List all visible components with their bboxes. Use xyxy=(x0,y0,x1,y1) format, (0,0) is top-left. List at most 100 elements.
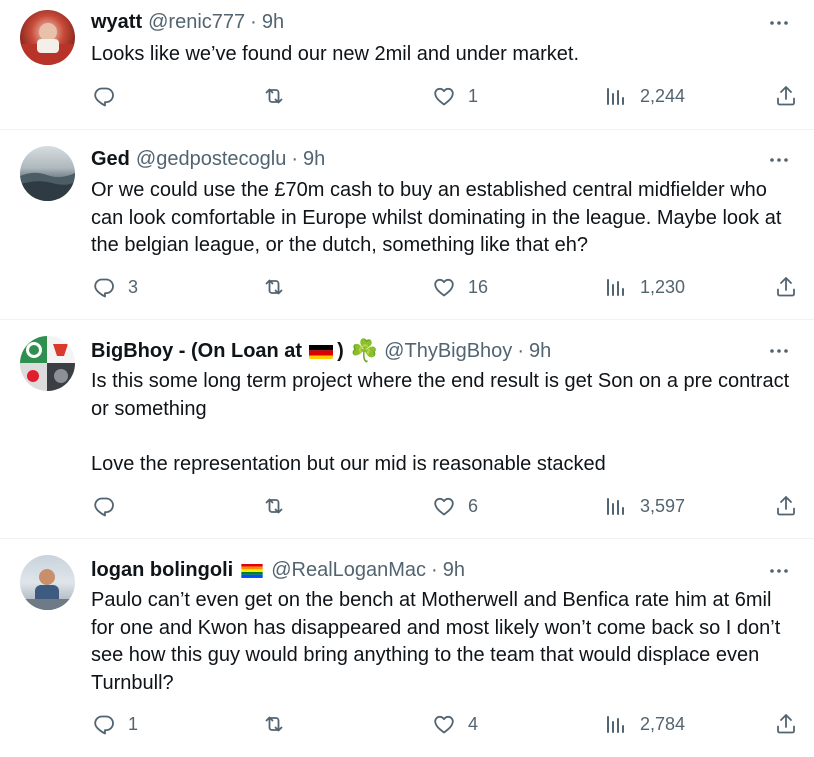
tweet-text: Or we could use the £70m cash to buy an … xyxy=(91,179,782,256)
display-name-suffix[interactable]: ) xyxy=(337,339,344,363)
more-icon xyxy=(767,11,791,35)
timestamp[interactable]: 9h xyxy=(529,339,551,363)
like-button[interactable]: 6 xyxy=(432,494,478,518)
more-icon xyxy=(767,339,791,363)
like-button[interactable]: 4 xyxy=(432,712,478,736)
tweet-text: Looks like we’ve found our new 2mil and … xyxy=(91,43,580,65)
tweet-actions: 6 3,597 xyxy=(0,494,814,524)
reply-button[interactable] xyxy=(92,494,128,518)
like-count: 1 xyxy=(468,85,479,106)
like-count: 6 xyxy=(468,495,479,516)
avatar[interactable] xyxy=(20,336,75,391)
pride-flag xyxy=(240,562,264,578)
share-button[interactable] xyxy=(774,712,798,736)
separator-dot: · xyxy=(431,559,438,581)
tweet[interactable]: Ged @gedpostecoglu · 9h Or we could use … xyxy=(0,130,814,320)
reply-count: 3 xyxy=(128,276,139,297)
like-count: 16 xyxy=(468,276,489,297)
separator-dot: · xyxy=(517,340,524,362)
views-count: 1,230 xyxy=(640,276,686,297)
tweet-text: Paulo can’t even get on the bench at Mot… xyxy=(91,589,781,694)
like-button[interactable]: 16 xyxy=(432,275,488,299)
separator-dot: · xyxy=(291,148,298,170)
tweet-header: logan bolingoli @RealLoganMac · 9h xyxy=(91,558,465,582)
more-icon xyxy=(767,559,791,583)
user-handle[interactable]: @renic777 xyxy=(148,10,245,34)
avatar-image xyxy=(20,172,75,201)
repost-icon xyxy=(262,84,286,108)
reply-icon xyxy=(92,84,116,108)
views-icon xyxy=(604,275,628,299)
like-icon xyxy=(432,712,456,736)
timestamp[interactable]: 9h xyxy=(443,558,465,582)
display-name[interactable]: Ged xyxy=(91,147,130,171)
user-handle[interactable]: @gedpostecoglu xyxy=(136,147,286,171)
tweet[interactable]: BigBhoy - (On Loan at ) ☘️ @ThyBigBhoy ·… xyxy=(0,320,814,539)
user-handle[interactable]: @ThyBigBhoy xyxy=(384,339,512,363)
views-icon xyxy=(604,84,628,108)
reply-icon xyxy=(92,275,116,299)
more-options-button[interactable] xyxy=(764,339,794,363)
reply-button[interactable]: 1 xyxy=(92,712,138,736)
reply-icon xyxy=(92,712,116,736)
separator-dot: · xyxy=(250,11,257,33)
share-icon xyxy=(774,84,798,108)
share-button[interactable] xyxy=(774,275,798,299)
avatar-image xyxy=(20,569,75,610)
avatar[interactable] xyxy=(20,146,75,201)
views-icon xyxy=(604,494,628,518)
like-button[interactable]: 1 xyxy=(432,84,478,108)
more-options-button[interactable] xyxy=(764,559,794,583)
views-count: 2,784 xyxy=(640,713,686,734)
repost-icon xyxy=(262,275,286,299)
views-button[interactable]: 3,597 xyxy=(604,494,685,518)
share-icon xyxy=(774,712,798,736)
views-button[interactable]: 2,244 xyxy=(604,84,685,108)
tweet[interactable]: logan bolingoli @RealLoganMac · 9h Paulo… xyxy=(0,539,814,757)
avatar-image xyxy=(20,336,75,391)
tweet-header: BigBhoy - (On Loan at ) ☘️ @ThyBigBhoy ·… xyxy=(91,339,551,363)
shamrock-icon: ☘️ xyxy=(350,338,379,363)
views-button[interactable]: 1,230 xyxy=(604,275,685,299)
repost-icon xyxy=(262,494,286,518)
views-count: 2,244 xyxy=(640,85,686,106)
reply-button[interactable] xyxy=(92,84,128,108)
repost-button[interactable] xyxy=(262,275,298,299)
display-name[interactable]: wyatt xyxy=(91,10,142,34)
timestamp[interactable]: 9h xyxy=(303,147,325,171)
display-name[interactable]: logan bolingoli xyxy=(91,558,233,582)
views-count: 3,597 xyxy=(640,495,686,516)
views-button[interactable]: 2,784 xyxy=(604,712,685,736)
user-handle[interactable]: @RealLoganMac xyxy=(271,558,426,582)
avatar[interactable] xyxy=(20,555,75,610)
avatar-image xyxy=(20,23,75,65)
more-icon xyxy=(767,148,791,172)
more-options-button[interactable] xyxy=(764,11,794,35)
share-icon xyxy=(774,275,798,299)
germany-flag xyxy=(309,343,334,359)
share-button[interactable] xyxy=(774,494,798,518)
tweet-actions: 1 4 2,784 xyxy=(0,712,814,742)
timestamp[interactable]: 9h xyxy=(262,10,284,34)
tweet-header: Ged @gedpostecoglu · 9h xyxy=(91,147,325,171)
tweet-actions: 1 2,244 xyxy=(0,84,814,114)
tweet-header: wyatt @renic777 · 9h xyxy=(91,10,284,34)
avatar[interactable] xyxy=(20,10,75,65)
reply-button[interactable]: 3 xyxy=(92,275,138,299)
more-options-button[interactable] xyxy=(764,148,794,172)
like-icon xyxy=(432,494,456,518)
repost-button[interactable] xyxy=(262,494,298,518)
tweet-actions: 3 16 1,230 xyxy=(0,275,814,305)
like-icon xyxy=(432,84,456,108)
display-name[interactable]: BigBhoy - (On Loan at xyxy=(91,339,302,363)
reply-icon xyxy=(92,494,116,518)
repost-button[interactable] xyxy=(262,712,298,736)
reply-count: 1 xyxy=(128,713,139,734)
like-icon xyxy=(432,275,456,299)
tweet[interactable]: wyatt @renic777 · 9h Looks like we’ve fo… xyxy=(0,0,814,130)
like-count: 4 xyxy=(468,713,479,734)
repost-icon xyxy=(262,712,286,736)
repost-button[interactable] xyxy=(262,84,298,108)
share-button[interactable] xyxy=(774,84,798,108)
views-icon xyxy=(604,712,628,736)
